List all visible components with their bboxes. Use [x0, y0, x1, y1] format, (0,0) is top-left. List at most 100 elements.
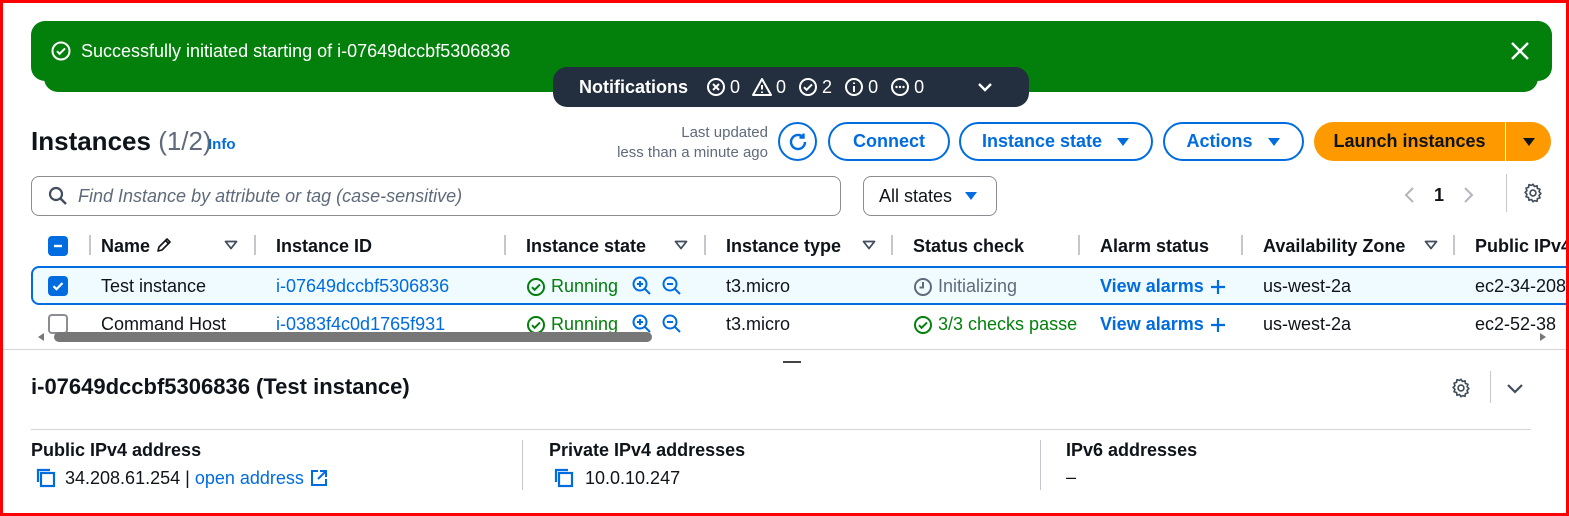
divider: [31, 429, 1531, 430]
zoom-out-icon[interactable]: [661, 275, 683, 302]
select-all-checkbox[interactable]: [48, 236, 68, 256]
gear-icon[interactable]: [1450, 377, 1472, 404]
caret-down-icon: [1116, 137, 1130, 147]
private-ipv4-value: 10.0.10.247: [585, 467, 681, 488]
add-icon: [1209, 278, 1227, 296]
row-checkbox[interactable]: [48, 276, 68, 296]
ipv6-section: IPv6 addresses –: [1066, 440, 1197, 488]
public-ipv4-value: 34.208.61.254: [65, 467, 181, 488]
instance-state-button[interactable]: Instance state: [959, 122, 1153, 161]
external-link-icon[interactable]: [310, 469, 328, 487]
state-filter-select[interactable]: All states: [863, 176, 997, 216]
pending-count: 0: [890, 77, 924, 98]
split-panel-divider: [0, 349, 1569, 350]
cell-instance-id[interactable]: i-07649dccbf5306836: [276, 276, 449, 297]
notifications-title: Notifications: [579, 76, 689, 97]
copy-icon[interactable]: [553, 467, 575, 489]
ipv6-value: –: [1066, 467, 1077, 487]
refresh-icon: [789, 133, 806, 150]
flash-message: Successfully initiated starting of i-076…: [81, 40, 511, 61]
scrollbar-thumb[interactable]: [54, 332, 652, 342]
chevron-down-icon[interactable]: [1505, 378, 1525, 403]
sort-caret-icon[interactable]: [1424, 240, 1438, 250]
table-row[interactable]: Test instance i-07649dccbf5306836 Runnin…: [31, 266, 1569, 305]
column-divider: [1453, 235, 1455, 255]
column-header-instance-state[interactable]: Instance state: [526, 236, 646, 257]
column-header-status-check[interactable]: Status check: [913, 236, 1024, 257]
column-header-public-ipv4[interactable]: Public IPv4 DNS: [1475, 236, 1569, 257]
pagination: 1: [1402, 180, 1476, 210]
sort-caret-icon[interactable]: [674, 240, 688, 250]
cell-status-check: Initializing: [913, 276, 1017, 297]
instance-count: (1/2): [158, 126, 212, 156]
warning-count: 0: [752, 77, 786, 98]
success-check-icon: [51, 41, 71, 61]
last-updated: Last updated less than a minute ago: [617, 124, 768, 161]
info-link[interactable]: Info: [208, 136, 236, 153]
divider: [1490, 371, 1491, 403]
column-divider: [504, 235, 506, 255]
view-alarms-link[interactable]: View alarms: [1100, 276, 1227, 297]
launch-dropdown-button[interactable]: [1506, 122, 1551, 161]
refresh-button[interactable]: [778, 122, 817, 161]
cell-name: Test instance: [101, 276, 207, 296]
sort-caret-icon[interactable]: [862, 240, 876, 250]
chevron-left-icon[interactable]: [1402, 185, 1416, 205]
sort-caret-icon[interactable]: [224, 240, 238, 250]
connect-button[interactable]: Connect: [828, 122, 950, 161]
column-header-alarm-status[interactable]: Alarm status: [1100, 236, 1209, 257]
launch-instances-split-button: Launch instances: [1314, 122, 1551, 161]
column-header-name[interactable]: Name: [101, 236, 173, 257]
edit-pencil-icon: [157, 238, 171, 252]
private-ipv4-section: Private IPv4 addresses 10.0.10.247: [549, 440, 745, 489]
chevron-down-icon[interactable]: [975, 77, 995, 97]
column-divider: [254, 235, 256, 255]
notifications-bar[interactable]: Notifications 0 0 2 0 0: [553, 67, 1029, 107]
search-icon: [48, 186, 67, 205]
gear-icon[interactable]: [1522, 182, 1544, 209]
running-check-icon: [526, 277, 546, 297]
resize-handle[interactable]: [783, 361, 801, 363]
warning-icon: [752, 78, 773, 96]
error-icon: [707, 78, 726, 96]
ipv6-label: IPv6 addresses: [1066, 440, 1198, 460]
cell-availability-zone: us-west-2a: [1263, 276, 1352, 296]
search-input[interactable]: [78, 185, 818, 207]
column-divider: [89, 235, 91, 255]
detail-title: i-07649dccbf5306836 (Test instance): [31, 374, 410, 399]
cell-instance-type: t3.micro: [726, 276, 791, 296]
search-field[interactable]: [31, 176, 841, 216]
caret-down-icon: [964, 191, 978, 201]
column-divider: [891, 235, 893, 255]
error-count: 0: [706, 77, 740, 98]
copy-icon[interactable]: [35, 467, 57, 489]
zoom-in-icon[interactable]: [631, 275, 653, 302]
divider: [1506, 174, 1507, 212]
column-divider: [1078, 235, 1080, 255]
open-address-link[interactable]: open address: [195, 468, 304, 489]
page-number[interactable]: 1: [1434, 185, 1444, 206]
public-ipv4-section: Public IPv4 address 34.208.61.254 | open…: [31, 440, 328, 489]
cell-public-dns: ec2-34-208-61-254: [1475, 276, 1569, 296]
actions-button[interactable]: Actions: [1163, 122, 1304, 161]
scroll-right-icon: [1540, 333, 1546, 341]
pending-icon: [891, 78, 910, 96]
divider: [1040, 440, 1041, 490]
success-icon: [799, 78, 818, 96]
launch-instances-button[interactable]: Launch instances: [1314, 122, 1506, 161]
cell-instance-state: Running: [526, 276, 618, 297]
private-ipv4-label: Private IPv4 addresses: [549, 440, 746, 460]
column-header-availability-zone[interactable]: Availability Zone: [1263, 236, 1405, 257]
success-count: 2: [798, 77, 832, 98]
public-ipv4-label: Public IPv4 address: [31, 440, 202, 460]
caret-down-icon: [1522, 137, 1535, 146]
page-title: Instances (1/2): [31, 126, 212, 156]
chevron-right-icon[interactable]: [1462, 185, 1476, 205]
pending-clock-icon: [913, 277, 933, 297]
column-divider: [704, 235, 706, 255]
column-header-instance-id[interactable]: Instance ID: [276, 236, 372, 257]
close-icon[interactable]: [1508, 39, 1532, 63]
horizontal-scrollbar[interactable]: [36, 330, 1548, 344]
info-icon: [845, 78, 864, 96]
column-header-instance-type[interactable]: Instance type: [726, 236, 841, 257]
